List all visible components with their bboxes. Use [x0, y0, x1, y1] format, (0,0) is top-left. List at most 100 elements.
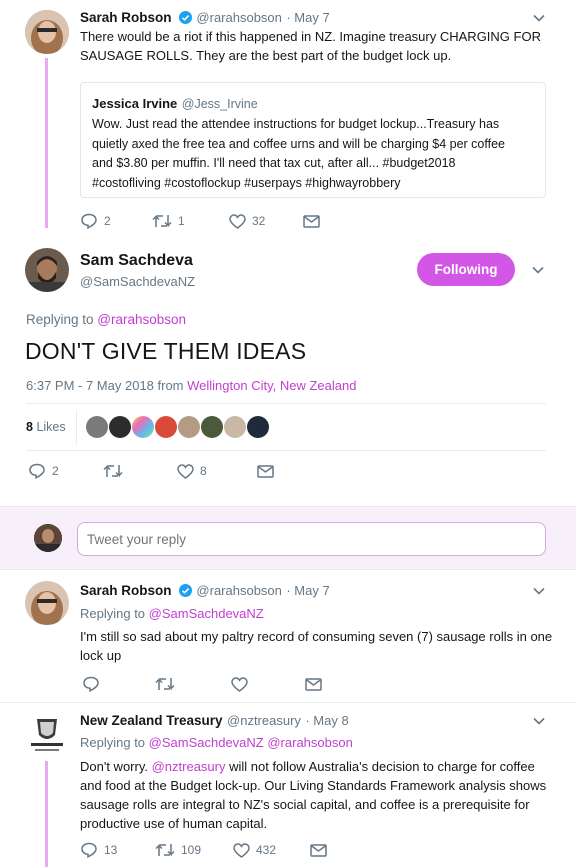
verified-icon [178, 584, 192, 597]
reply-button[interactable] [82, 676, 155, 692]
tweet-text: DON'T GIVE THEM IDEAS [25, 338, 307, 364]
tweet-reply-input[interactable] [77, 522, 546, 556]
likes-count: 8 [26, 420, 33, 434]
chevron-down-icon[interactable] [532, 714, 546, 728]
liker-avatar[interactable] [247, 416, 269, 438]
location-link[interactable]: Wellington City, New Zealand [187, 378, 356, 393]
quote-text: Wow. Just read the attendee instructions… [92, 117, 500, 131]
replying-to-link[interactable]: @rarahsobson [267, 735, 352, 750]
verified-icon [178, 11, 192, 24]
reply-icon [83, 676, 99, 692]
reply-composer [0, 506, 576, 570]
liker-avatar[interactable] [224, 416, 246, 438]
divider [26, 450, 546, 451]
author-name[interactable]: New Zealand Treasury [80, 713, 223, 728]
retweet-button[interactable]: 1 [152, 214, 229, 228]
reply-icon [81, 213, 97, 229]
tweet-timestamp: 6:37 PM - 7 May 2018 from Wellington Cit… [26, 378, 356, 393]
quoted-tweet[interactable]: Jessica Irvine @Jess_Irvine Wow. Just re… [80, 82, 546, 198]
message-button[interactable] [305, 677, 322, 691]
author-name[interactable]: Sam Sachdeva [80, 252, 195, 270]
envelope-icon [305, 677, 322, 691]
retweet-button[interactable] [103, 464, 177, 478]
liker-avatar[interactable] [109, 416, 131, 438]
reply-count: 13 [104, 843, 118, 857]
quote-author-handle: @Jess_Irvine [181, 97, 258, 111]
message-button[interactable] [310, 843, 327, 857]
avatar[interactable] [25, 581, 69, 625]
text-segment: Don't worry. [80, 759, 152, 774]
replying-to: Replying to @rarahsobson [26, 312, 186, 327]
tweet-date[interactable]: · May 8 [305, 713, 348, 728]
thread-line [45, 58, 48, 228]
retweet-button[interactable]: 109 [155, 843, 233, 857]
text-segment: will not follow Australia's decision to … [225, 759, 535, 774]
quote-text: and $3.80 per muffin. I'll need that tax… [92, 156, 456, 170]
chevron-down-icon[interactable] [532, 584, 546, 598]
message-button[interactable] [303, 214, 320, 228]
likes-stat[interactable]: 8 Likes [26, 420, 66, 434]
liker-avatar[interactable] [155, 416, 177, 438]
retweet-icon [152, 214, 172, 228]
liker-avatar[interactable] [132, 416, 154, 438]
liker-avatar[interactable] [86, 416, 108, 438]
retweet-icon [155, 677, 175, 691]
tweet-text: productive use of human capital. [80, 816, 268, 831]
author-handle[interactable]: @SamSachdevaNZ [80, 274, 195, 289]
liker-avatar[interactable] [178, 416, 200, 438]
like-button[interactable]: 8 [177, 463, 257, 479]
divider [26, 403, 546, 404]
message-button[interactable] [257, 464, 274, 478]
like-count: 8 [200, 464, 207, 478]
replying-prefix: Replying to [80, 735, 149, 750]
like-button[interactable] [231, 676, 305, 692]
avatar[interactable] [25, 10, 69, 54]
author-handle[interactable]: @rarahsobson [196, 583, 281, 598]
timestamp-text: 6:37 PM - 7 May 2018 from [26, 378, 188, 393]
tweet-date[interactable]: · May 7 [286, 583, 329, 598]
replying-to-link[interactable]: @SamSachdevaNZ [149, 606, 264, 621]
tweet-date[interactable]: · May 7 [286, 10, 329, 25]
thread-line [45, 761, 48, 867]
author-name[interactable]: Sarah Robson [80, 583, 172, 598]
reply-button[interactable]: 13 [80, 842, 155, 858]
mention-link[interactable]: @nztreasury [152, 759, 226, 774]
heart-icon [231, 676, 248, 692]
reply-button[interactable]: 2 [80, 213, 152, 229]
tweet-text: Don't worry. @nztreasury will not follow… [80, 757, 546, 776]
divider [76, 410, 77, 444]
reply-count: 2 [52, 464, 59, 478]
author-name[interactable]: Sarah Robson [80, 10, 172, 25]
heart-icon [229, 213, 246, 229]
tweet-text: SAUSAGE ROLLS. They are the best part of… [80, 48, 452, 63]
tweet-text: and food at the Budget lock-up. Our Livi… [80, 778, 547, 793]
like-button[interactable]: 432 [233, 842, 310, 858]
chevron-down-icon[interactable] [531, 263, 545, 277]
retweet-icon [103, 464, 123, 478]
liker-avatar[interactable] [201, 416, 223, 438]
replying-prefix: Replying to [26, 312, 98, 327]
tweet-text: I'm still so sad about my paltry record … [80, 629, 553, 644]
quote-text: quietly axed the free tea and coffee urn… [92, 136, 506, 151]
chevron-down-icon[interactable] [532, 11, 546, 25]
reply-button[interactable]: 2 [28, 463, 103, 479]
avatar[interactable] [25, 713, 69, 757]
following-button[interactable]: Following [417, 253, 515, 286]
reply-count: 2 [104, 214, 111, 228]
quote-text: #costofliving #costoflockup #userpays #h… [92, 175, 401, 190]
replying-to-link[interactable]: @SamSachdevaNZ [149, 735, 264, 750]
tweet-text: lock up [80, 648, 122, 663]
avatar [34, 524, 62, 552]
like-button[interactable]: 32 [229, 213, 303, 229]
avatar[interactable] [25, 248, 69, 292]
retweet-button[interactable] [155, 677, 231, 691]
like-count: 32 [252, 214, 266, 228]
replying-to-link[interactable]: @rarahsobson [97, 312, 186, 327]
replying-to: Replying to @SamSachdevaNZ [80, 606, 264, 621]
quote-author-name: Jessica Irvine [92, 96, 178, 111]
likes-label: Likes [36, 420, 66, 434]
author-handle[interactable]: @rarahsobson [196, 10, 281, 25]
heart-icon [233, 842, 250, 858]
envelope-icon [310, 843, 327, 857]
author-handle[interactable]: @nztreasury [227, 713, 301, 728]
